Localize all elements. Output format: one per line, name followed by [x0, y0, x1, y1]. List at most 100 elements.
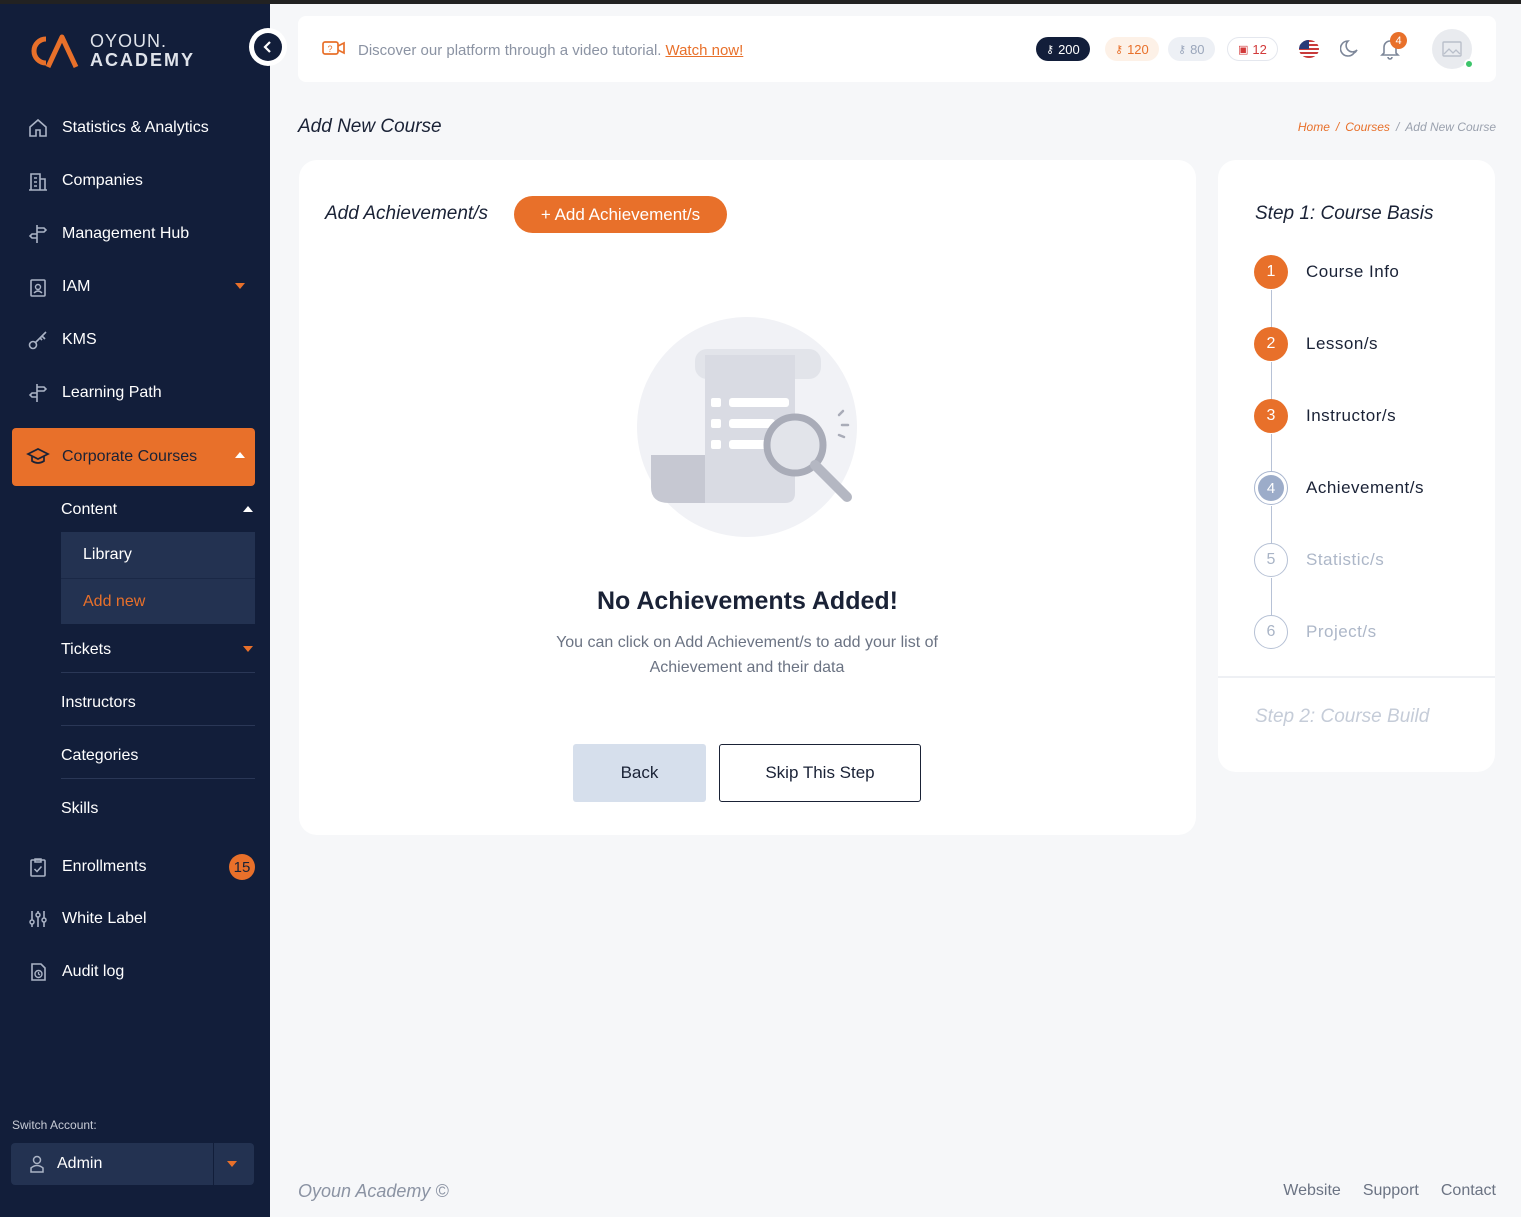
step-number-circle: 1	[1254, 255, 1288, 289]
sidebar-subsub-label: Library	[83, 546, 132, 563]
step-instructors[interactable]: 3 Instructor/s	[1254, 399, 1396, 433]
pill-value: 80	[1190, 41, 1205, 57]
switch-account-label: Switch Account:	[12, 1118, 97, 1132]
pill-value: 120	[1127, 41, 1149, 57]
step-projects[interactable]: 6 Project/s	[1254, 615, 1377, 649]
footer-links: Website Support Contact	[1283, 1182, 1496, 1200]
add-achievement-button[interactable]: + Add Achievement/s	[514, 196, 727, 233]
signpost-icon	[26, 222, 50, 246]
key-icon: ⚷	[1046, 43, 1055, 56]
sidebar-sub-label: Instructors	[61, 693, 136, 711]
step-number-circle: 4	[1254, 471, 1288, 505]
divider	[213, 1143, 214, 1185]
divider	[1218, 676, 1495, 678]
breadcrumb-home[interactable]: Home	[1298, 120, 1330, 134]
footer-link-support[interactable]: Support	[1363, 1182, 1419, 1200]
step-label: Lesson/s	[1306, 334, 1379, 353]
sidebar-item-label: White Label	[62, 910, 147, 927]
watch-now-link[interactable]: Watch now!	[665, 42, 743, 59]
credits-pill-gray[interactable]: ⚷ 80	[1168, 37, 1215, 61]
back-button[interactable]: Back	[573, 744, 706, 802]
sidebar: OYOUN. ACADEMY Statistics & Analytics Co…	[0, 4, 270, 1217]
sidebar-item-management-hub[interactable]: Management Hub	[12, 212, 255, 256]
step-number: 4	[1258, 475, 1284, 501]
brand-logo[interactable]: OYOUN. ACADEMY	[26, 32, 195, 70]
sliders-icon	[26, 907, 50, 931]
sidebar-item-enrollments[interactable]: Enrollments 15	[12, 845, 255, 889]
breadcrumb: Home / Courses / Add New Course	[1298, 120, 1496, 134]
step-connector	[1271, 362, 1272, 400]
footer-link-website[interactable]: Website	[1283, 1182, 1341, 1200]
sidebar-item-companies[interactable]: Companies	[12, 159, 255, 203]
sidebar-item-iam[interactable]: IAM	[12, 265, 255, 309]
switch-account-value: Admin	[57, 1155, 103, 1172]
empty-state-description: You can click on Add Achievement/s to ad…	[556, 634, 938, 676]
step-number-circle: 6	[1254, 615, 1288, 649]
sidebar-item-statistics[interactable]: Statistics & Analytics	[12, 106, 255, 150]
step-achievements[interactable]: 4 Achievement/s	[1254, 471, 1424, 505]
sidebar-item-white-label[interactable]: White Label	[12, 897, 255, 941]
sidebar-sub-tickets[interactable]: Tickets	[61, 627, 255, 673]
sidebar-item-learning-path[interactable]: Learning Path	[12, 371, 255, 415]
sidebar-sub-instructors[interactable]: Instructors	[61, 680, 255, 726]
home-icon	[26, 116, 50, 140]
sidebar-sub-content[interactable]: Content	[61, 487, 255, 533]
step-label: Achievement/s	[1306, 478, 1424, 497]
sidebar-item-kms[interactable]: KMS	[12, 318, 255, 362]
step-number-circle: 2	[1254, 327, 1288, 361]
clipboard-check-icon	[26, 855, 50, 879]
promo-text: Discover our platform through a video tu…	[358, 41, 662, 59]
sidebar-sub-categories[interactable]: Categories	[61, 733, 255, 779]
footer-copyright: Oyoun Academy ©	[298, 1181, 449, 1201]
moon-icon[interactable]	[1340, 38, 1360, 58]
sidebar-sub-label: Content	[61, 501, 118, 518]
graduation-cap-icon	[26, 445, 50, 469]
page-title: Add New Course	[298, 116, 442, 137]
sidebar-sub-label: Categories	[61, 746, 139, 764]
sidebar-item-label: Learning Path	[62, 384, 162, 401]
chevron-down-icon	[243, 646, 253, 652]
brand-line-1: OYOUN.	[90, 31, 168, 51]
step-course-info[interactable]: 1 Course Info	[1254, 255, 1399, 289]
section-title: Add Achievement/s	[325, 203, 488, 224]
sidebar-item-label: Enrollments	[62, 858, 147, 875]
enrollments-count-badge: 15	[229, 854, 255, 880]
file-history-icon	[26, 960, 50, 984]
switch-account-select[interactable]: Admin	[11, 1143, 254, 1185]
video-tutorial-promo: ? Discover our platform through a video …	[322, 39, 743, 61]
step-lessons[interactable]: 2 Lesson/s	[1254, 327, 1378, 361]
credits-pill-orange[interactable]: ⚷ 120	[1105, 37, 1159, 61]
sidebar-sub-skills[interactable]: Skills	[61, 786, 255, 832]
step-number-circle: 3	[1254, 399, 1288, 433]
sidebar-subsub-label: Add new	[83, 592, 146, 610]
collapse-sidebar-button[interactable]	[249, 28, 287, 66]
sidebar-item-audit-log[interactable]: Audit log	[12, 950, 255, 994]
credits-pill-dark[interactable]: ⚷ 200	[1036, 37, 1090, 61]
signpost-icon	[26, 381, 50, 405]
sidebar-item-label: Statistics & Analytics	[62, 119, 209, 136]
sidebar-subsub-library[interactable]: Library	[61, 532, 255, 578]
step-connector	[1271, 434, 1272, 472]
skip-step-button[interactable]: Skip This Step	[719, 744, 921, 802]
achievements-card: Add Achievement/s + Add Achievement/s No…	[299, 160, 1196, 835]
step-2-heading[interactable]: Step 2: Course Build	[1255, 706, 1429, 728]
us-flag-icon[interactable]	[1299, 40, 1319, 58]
pill-value: 200	[1058, 41, 1080, 57]
sidebar-item-label: Management Hub	[62, 225, 190, 242]
key-icon: ⚷	[1178, 43, 1187, 56]
sidebar-item-label: IAM	[62, 278, 91, 295]
breadcrumb-courses[interactable]: Courses	[1345, 120, 1390, 134]
sidebar-subsub-add-new[interactable]: Add new	[61, 578, 255, 624]
top-header: ? Discover our platform through a video …	[298, 16, 1496, 82]
step-statistics[interactable]: 5 Statistic/s	[1254, 543, 1384, 577]
chevron-up-icon	[235, 452, 245, 458]
step-label: Instructor/s	[1306, 406, 1397, 425]
ticket-icon: ▣	[1238, 43, 1249, 56]
footer-link-contact[interactable]: Contact	[1441, 1182, 1496, 1200]
avatar[interactable]	[1432, 29, 1474, 69]
sidebar-item-corporate-courses[interactable]: Corporate Courses	[12, 428, 255, 486]
breadcrumb-separator: /	[1335, 120, 1340, 134]
tickets-pill-red[interactable]: ▣ 12	[1227, 37, 1278, 61]
breadcrumb-separator: /	[1395, 120, 1400, 134]
steps-panel: Step 1: Course Basis 1 Course Info 2 Les…	[1218, 160, 1495, 772]
